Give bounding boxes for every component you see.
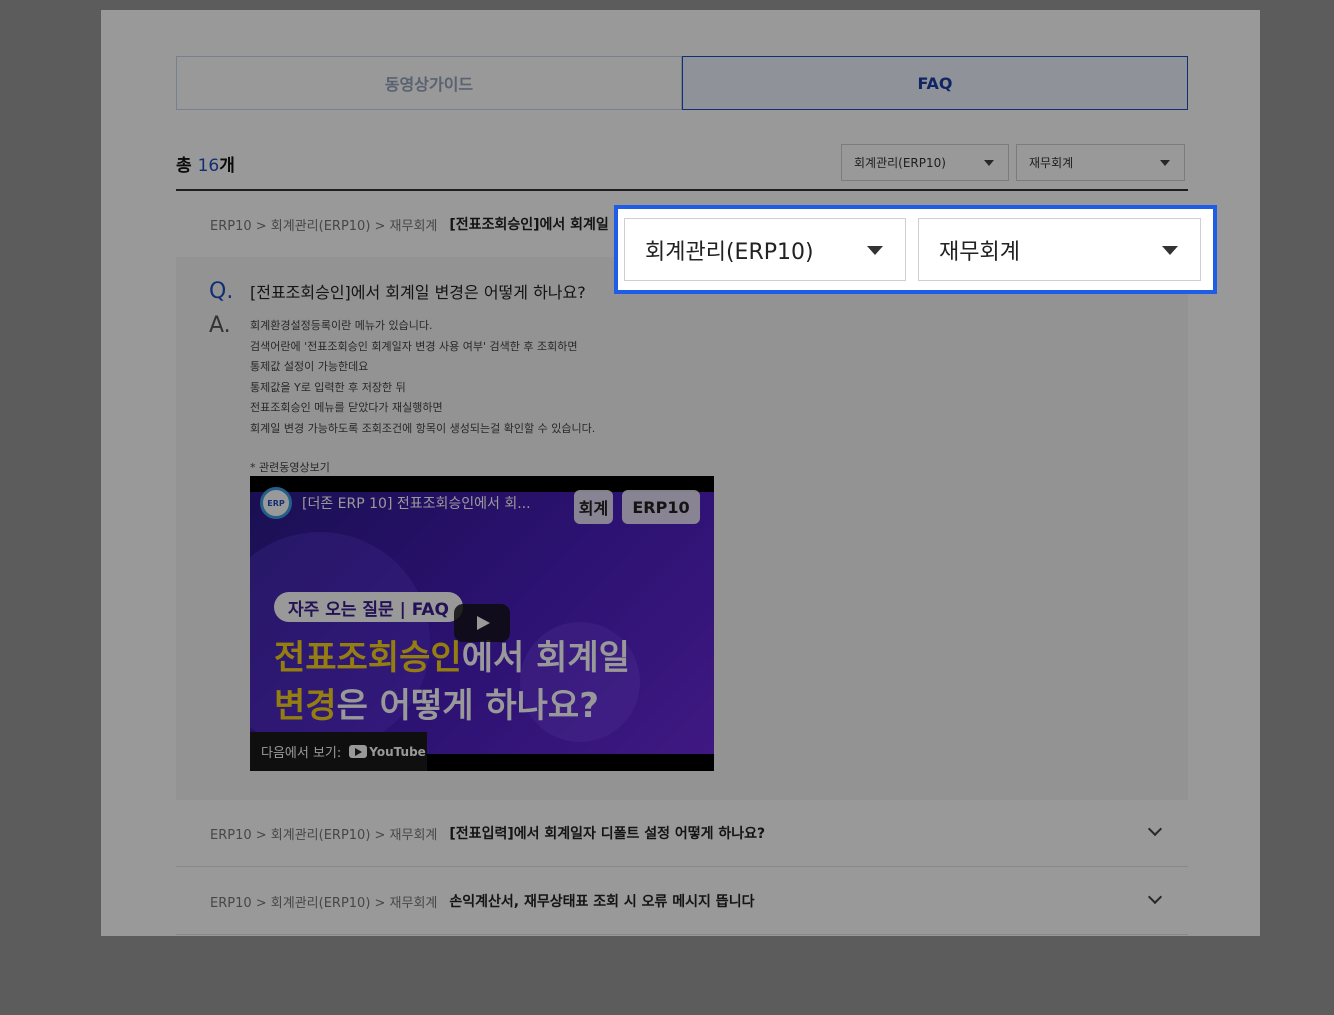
category-select-zoomed[interactable]: 회계관리(ERP10) (624, 218, 906, 281)
total-number: 16 (197, 156, 220, 176)
caret-down-icon (1162, 246, 1178, 255)
faq-pill: 자주 오는 질문 | FAQ (274, 592, 463, 622)
question-mark: Q. (209, 279, 234, 304)
watch-later-button[interactable]: 회계 (574, 490, 613, 524)
total-prefix: 총 (176, 156, 192, 176)
play-button-icon[interactable] (454, 604, 510, 642)
answer-text: 회계환경설정등록이란 메뉴가 있습니다. 검색어란에 '전표조회승인 회계일자 … (250, 316, 595, 440)
caret-down-icon (867, 246, 883, 255)
headline-line-2: 변경은 어떻게 하나요? (274, 678, 599, 727)
subcategory-select-value: 재무회계 (1029, 156, 1074, 170)
subcategory-select-zoomed[interactable]: 재무회계 (918, 218, 1201, 281)
answer-line: 통제값을 Y로 입력한 후 저장한 뒤 (250, 380, 406, 394)
answer-line: 회계일 변경 가능하도록 조회조건에 항목이 생성되는걸 확인할 수 있습니다. (250, 421, 596, 435)
chevron-down-icon[interactable] (1147, 821, 1163, 837)
channel-logo[interactable]: ERP (260, 487, 292, 519)
answer-line: 통제값 설정이 가능한데요 (250, 360, 369, 374)
subcategory-select-value: 재무회계 (939, 239, 1020, 265)
caret-down-icon (984, 160, 994, 166)
related-video-label: * 관련동영상보기 (250, 461, 330, 474)
total-suffix: 개 (219, 156, 235, 176)
headline-yellow: 변경 (274, 686, 337, 726)
faq-title: 손익계산서, 재무상태표 조회 시 오류 메시지 뜹니다 (449, 894, 755, 910)
tab-bar: 동영상가이드 FAQ (176, 56, 1188, 110)
tab-video-guide[interactable]: 동영상가이드 (176, 56, 682, 110)
subcategory-select[interactable]: 재무회계 (1016, 144, 1185, 181)
faq-title: [전표입력]에서 회계일자 디폴트 설정 어떻게 하나요? (449, 826, 766, 842)
category-select[interactable]: 회계관리(ERP10) (841, 144, 1009, 181)
faq-breadcrumb: ERP10 > 회계관리(ERP10) > 재무회계 (210, 827, 438, 843)
video-embed[interactable]: ERP [더존 ERP 10] 전표조회승인에서 회... 회계 ERP10 자… (250, 476, 714, 771)
answer-line: 검색어란에 '전표조회승인 회계일자 변경 사용 여부' 검색한 후 조회하면 (250, 339, 578, 353)
headline-line-1: 전표조회승인에서 회계일 (274, 630, 630, 679)
faq-answer-panel: Q. [전표조회승인]에서 회계일 변경은 어떻게 하나요? A. 회계환경설정… (176, 257, 1188, 800)
share-button[interactable]: ERP10 (622, 490, 700, 524)
caret-down-icon (1160, 160, 1170, 166)
category-select-value: 회계관리(ERP10) (854, 156, 946, 170)
faq-row[interactable]: ERP10 > 회계관리(ERP10) > 재무회계 [전표입력]에서 회계일자… (176, 800, 1188, 867)
tab-faq[interactable]: FAQ (682, 56, 1188, 110)
headline-white: 에서 회계일 (461, 638, 630, 678)
faq-row[interactable]: ERP10 > 회계관리(ERP10) > 재무회계 손익계산서, 재무상태표 … (176, 868, 1188, 935)
watch-on-label: 다음에서 보기: (261, 746, 342, 761)
youtube-wordmark: YouTube (369, 744, 426, 759)
highlighted-filters: 회계관리(ERP10) 재무회계 (614, 205, 1217, 294)
video-title[interactable]: [더존 ERP 10] 전표조회승인에서 회... (302, 493, 531, 513)
headline-yellow: 전표조회승인 (274, 638, 462, 678)
headline-white: 은 어떻게 하나요? (336, 686, 599, 726)
chevron-down-icon[interactable] (1147, 889, 1163, 905)
answer-line: 전표조회승인 메뉴를 닫았다가 재실행하면 (250, 401, 443, 415)
watch-on-youtube[interactable]: 다음에서 보기: YouTube (250, 732, 427, 771)
youtube-logo: YouTube (349, 745, 426, 759)
faq-breadcrumb: ERP10 > 회계관리(ERP10) > 재무회계 (210, 218, 438, 234)
total-count: 총 16개 (176, 151, 235, 176)
question-text: [전표조회승인]에서 회계일 변경은 어떻게 하나요? (250, 283, 586, 302)
youtube-icon (349, 745, 368, 758)
faq-title: [전표조회승인]에서 회계일 (449, 217, 609, 233)
answer-line: 회계환경설정등록이란 메뉴가 있습니다. (250, 319, 433, 332)
faq-breadcrumb: ERP10 > 회계관리(ERP10) > 재무회계 (210, 895, 438, 911)
answer-mark: A. (209, 313, 231, 338)
category-select-value: 회계관리(ERP10) (645, 239, 814, 265)
